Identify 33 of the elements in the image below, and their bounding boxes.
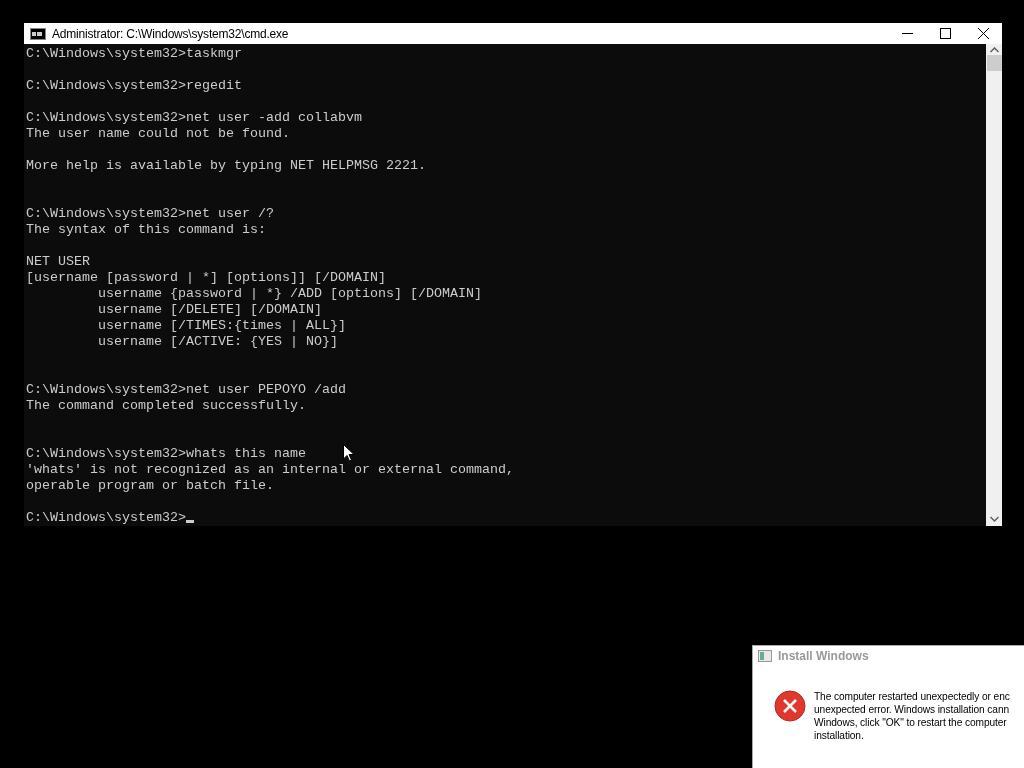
maximize-icon [939, 28, 951, 39]
dialog-title: Install Windows [778, 649, 869, 663]
scroll-up-icon[interactable] [989, 47, 999, 53]
console-line: C:\Windows\system32>taskmgr [26, 46, 242, 62]
window-title: Administrator: C:\Windows\system32\cmd.exe [52, 26, 290, 41]
console-line: username [/ACTIVE: {YES | NO}] [96, 334, 338, 350]
console-icon [30, 27, 46, 40]
console-line: The syntax of this command is: [26, 222, 266, 238]
console-line: username {password | *} /ADD [options] [/DOMAIN] [96, 286, 482, 302]
console-line: C:\Windows\system32>net user PEPOYO /add [26, 382, 346, 398]
console-line: NET USER [26, 254, 90, 270]
console-line: operable program or batch file. [26, 478, 274, 494]
console-line: username [/TIMES:{times | ALL}] [96, 318, 346, 334]
console-line: C:\Windows\system32>regedit [26, 78, 242, 94]
scroll-down-icon[interactable] [989, 516, 999, 522]
console-line: C:\Windows\system32>net user /? [26, 206, 274, 222]
console-line: More help is available by typing NET HELPMSG 2221. [26, 158, 426, 174]
console-line: The command completed successfully. [26, 398, 306, 414]
console-line: 'whats' is not recognized as an internal or external command, [26, 462, 514, 478]
console-line: [username [password | *] [options]] [/DOMAIN] [26, 270, 386, 286]
scroll-thumb[interactable] [986, 55, 1002, 71]
window-icon [758, 650, 772, 662]
scrollbar[interactable] [986, 44, 1002, 526]
close-icon [977, 28, 989, 39]
error-message: The computer restarted unexpectedly or enc unexpected error. Windows installation cann Windows, click "OK" to restart the computer installation. [814, 690, 1010, 742]
error-icon [774, 690, 806, 722]
text-cursor [185, 520, 194, 523]
command-prompt: C:\Windows\system32> [26, 510, 186, 525]
console-line: C:\Windows\system32>whats this name [26, 446, 306, 462]
console-line: The user name could not be found. [26, 126, 290, 142]
console-line: C:\Windows\system32>net user -add collabvm [26, 110, 362, 126]
console-line: username [/DELETE] [/DOMAIN] [96, 302, 322, 318]
mouse-pointer-icon [343, 444, 355, 462]
